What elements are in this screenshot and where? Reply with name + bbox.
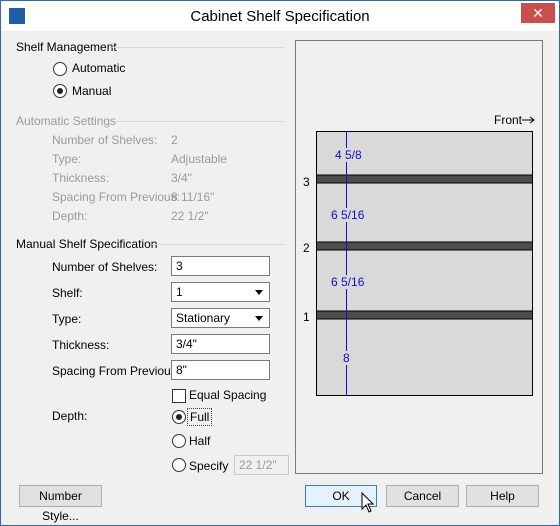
specify-depth-input[interactable]: 22 1/2" bbox=[234, 455, 289, 475]
equal-spacing-label: Equal Spacing bbox=[189, 388, 267, 402]
dimension-label: 4 5/8 bbox=[334, 148, 363, 162]
depth-full-radio[interactable] bbox=[172, 410, 186, 424]
spacing-input[interactable]: 8" bbox=[171, 360, 270, 380]
shelf-select-value: 1 bbox=[176, 285, 183, 299]
depth-specify-label: Specify bbox=[189, 459, 229, 473]
section-divider bbox=[116, 121, 284, 122]
automatic-settings-heading: Automatic Settings bbox=[16, 114, 117, 128]
shelf-management-heading: Shelf Management bbox=[16, 40, 117, 54]
manual-radio[interactable] bbox=[53, 84, 67, 98]
shelf-number-3: 3 bbox=[303, 175, 310, 189]
auto-depth-label: Depth: bbox=[52, 209, 88, 223]
section-divider bbox=[112, 47, 284, 48]
thickness-input[interactable]: 3/4" bbox=[171, 334, 270, 354]
arrow-right-icon bbox=[522, 116, 535, 124]
shelf-1 bbox=[316, 310, 533, 320]
auto-spacing-value: 8 11/16" bbox=[171, 190, 215, 204]
front-label: Front bbox=[494, 113, 523, 127]
shelf-3 bbox=[316, 174, 533, 184]
type-select[interactable]: Stationary bbox=[171, 308, 270, 328]
close-button[interactable]: ✕ bbox=[521, 3, 555, 23]
help-button[interactable]: Help bbox=[466, 485, 539, 507]
number-of-shelves-label: Number of Shelves: bbox=[52, 260, 158, 274]
depth-half-label: Half bbox=[189, 434, 211, 448]
section-divider bbox=[152, 244, 284, 245]
auto-spacing-label: Spacing From Previous: bbox=[52, 190, 181, 204]
dimension-label: 6 5/16 bbox=[330, 208, 366, 222]
auto-depth-value: 22 1/2" bbox=[171, 209, 209, 223]
auto-number-label: Number of Shelves: bbox=[52, 133, 158, 147]
number-style-button[interactable]: Number Style... bbox=[19, 485, 102, 523]
thickness-label: Thickness: bbox=[52, 338, 110, 352]
title-bar: Cabinet Shelf Specification ✕ bbox=[1, 1, 559, 31]
manual-spec-heading: Manual Shelf Specification bbox=[16, 237, 158, 251]
manual-label: Manual bbox=[72, 84, 112, 98]
auto-thickness-value: 3/4" bbox=[171, 171, 192, 185]
shelf-number-1: 1 bbox=[303, 310, 310, 324]
dialog-title: Cabinet Shelf Specification bbox=[190, 8, 370, 25]
depth-label: Depth: bbox=[52, 409, 88, 423]
chevron-down-icon bbox=[255, 290, 263, 295]
auto-thickness-label: Thickness: bbox=[52, 171, 110, 185]
shelf-2 bbox=[316, 241, 533, 251]
depth-full-label: Full bbox=[187, 408, 213, 426]
mouse-cursor-icon bbox=[361, 492, 375, 513]
dimension-label: 8 bbox=[342, 351, 351, 365]
equal-spacing-checkbox[interactable] bbox=[172, 389, 186, 403]
auto-type-value: Adjustable bbox=[171, 152, 228, 166]
depth-specify-radio[interactable] bbox=[172, 458, 186, 472]
depth-half-radio[interactable] bbox=[172, 434, 186, 448]
shelf-label: Shelf: bbox=[52, 286, 83, 300]
auto-number-value: 2 bbox=[171, 133, 178, 147]
chevron-down-icon bbox=[255, 316, 263, 321]
type-label: Type: bbox=[52, 312, 82, 326]
shelf-number-2: 2 bbox=[303, 241, 310, 255]
shelf-select[interactable]: 1 bbox=[171, 282, 270, 302]
type-select-value: Stationary bbox=[176, 311, 231, 325]
automatic-radio[interactable] bbox=[53, 62, 67, 76]
automatic-label: Automatic bbox=[72, 61, 126, 75]
cancel-button[interactable]: Cancel bbox=[386, 485, 459, 507]
dimension-label: 6 5/16 bbox=[330, 275, 366, 289]
auto-type-label: Type: bbox=[52, 152, 82, 166]
number-of-shelves-input[interactable]: 3 bbox=[171, 256, 270, 276]
spacing-label: Spacing From Previous: bbox=[52, 364, 181, 378]
